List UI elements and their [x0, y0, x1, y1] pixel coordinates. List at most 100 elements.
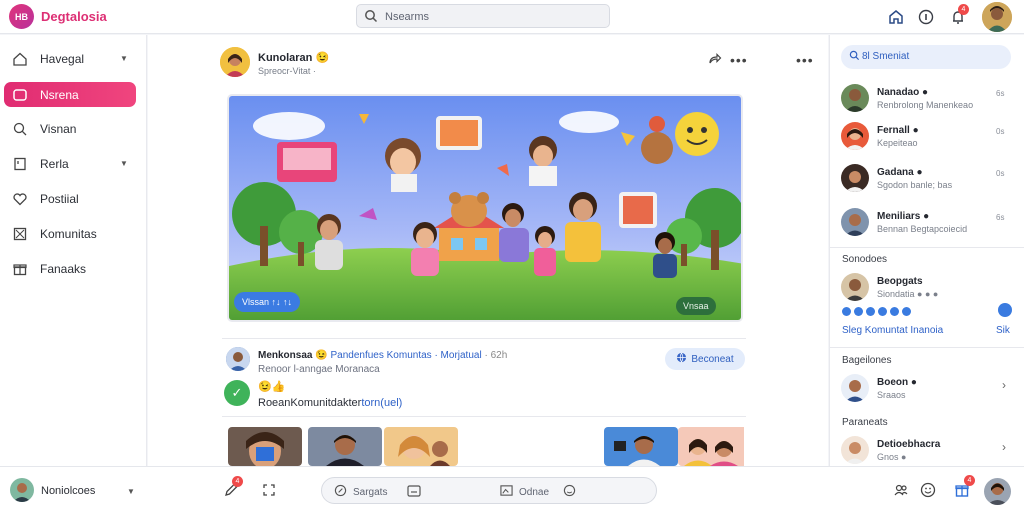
share-icon[interactable]: [706, 52, 722, 71]
compose-bar[interactable]: Sargats Odnae: [321, 477, 657, 504]
post-banner-image[interactable]: [227, 94, 743, 322]
sidebar-item-label: Fanaaks: [40, 262, 87, 276]
profile-avatar[interactable]: [982, 2, 1012, 32]
photo-thumbnail[interactable]: [228, 427, 302, 466]
avatar: [841, 84, 869, 112]
sidebar-item-label: Havegal: [40, 52, 85, 66]
people-icon[interactable]: [892, 481, 910, 499]
chevron-down-icon[interactable]: ▼: [120, 159, 128, 168]
contact-item[interactable]: Meniliars ● Bennan Begtapcoiecid 6s: [841, 208, 1016, 240]
group-link-secondary[interactable]: Sik: [996, 325, 1010, 336]
contact-time: 6s: [996, 213, 1005, 222]
photo-thumbnail[interactable]: [384, 427, 458, 466]
group-item[interactable]: Detioebhacra Gnos ●: [841, 436, 1016, 468]
photo-thumbnail[interactable]: [678, 427, 752, 466]
chevron-down-icon[interactable]: ▼: [127, 487, 135, 496]
check-icon[interactable]: ✓: [224, 380, 250, 406]
group-item[interactable]: Boeon ● Sraaos: [841, 374, 1016, 406]
section-heading: Sonodoes: [842, 254, 888, 265]
contact-name: Gadana ●: [877, 167, 923, 178]
contact-status: Bennan Begtapcoiecid: [877, 224, 968, 234]
comment-text-main: RoeanKomunitdakter: [258, 397, 362, 409]
contact-name: Nanadao ●: [877, 87, 929, 98]
right-sidebar: 8l Smeniat Nanadao ● Renbrolong Manenkea…: [829, 35, 1024, 466]
profile-avatar[interactable]: [984, 478, 1011, 505]
gift-icon[interactable]: 4: [953, 475, 975, 499]
sidebar-item-favorites[interactable]: Postiial: [0, 186, 147, 211]
app-logo[interactable]: HB: [9, 4, 34, 29]
divider: [222, 338, 746, 339]
sidebar-item-messages[interactable]: Nsrena: [4, 82, 136, 107]
contacts-search-input[interactable]: 8l Smeniat: [862, 51, 909, 62]
reaction-dots: [842, 307, 911, 316]
photo-thumbnail[interactable]: [308, 427, 382, 466]
logo-text: HB: [15, 11, 28, 22]
chevron-down-icon[interactable]: ▼: [120, 54, 128, 63]
keyboard-icon: [407, 484, 422, 500]
expand-icon[interactable]: [260, 481, 278, 499]
search-input[interactable]: Nsearms: [385, 11, 429, 23]
image-icon: [500, 484, 513, 500]
contact-status: Kepeiteao: [877, 138, 918, 148]
info-icon[interactable]: [916, 7, 936, 27]
banner-chip-left[interactable]: Vlssan ↑↓ ↑↓: [234, 292, 301, 312]
banner-chip-right[interactable]: Vnsaa: [676, 297, 716, 315]
contact-item[interactable]: Nanadao ● Renbrolong Manenkeao 6s: [841, 84, 1016, 116]
current-user-name: Noniolcoes: [41, 485, 96, 497]
bottom-bar: Noniolcoes ▼ 4 Sargats Odnae 4: [0, 466, 1024, 512]
edit-icon[interactable]: 4: [222, 476, 243, 499]
compose-right[interactable]: Odnae: [500, 484, 576, 500]
group-name: Boeon ●: [877, 377, 917, 388]
comment-text-link[interactable]: torn(uel): [361, 397, 402, 409]
follow-button-label: Beconeat: [691, 353, 734, 365]
post-subtitle: Spreocr-Vitat ·: [258, 66, 316, 76]
chat-bubble-icon: [12, 87, 28, 103]
chevron-right-icon[interactable]: ›: [1002, 440, 1006, 454]
share-icon[interactable]: [998, 303, 1012, 317]
brand-name[interactable]: Degtalosia: [41, 9, 107, 24]
follow-button[interactable]: Beconeat: [665, 348, 745, 370]
left-sidebar: Havegal ▼ Nsrena Visnan Rerla ▼ Postiial…: [0, 35, 147, 466]
comment-group-link[interactable]: Pandenfues Komuntas · Morjatual: [330, 350, 481, 361]
sidebar-item-bookmarks[interactable]: Rerla ▼: [0, 151, 147, 176]
search-icon: [12, 121, 28, 137]
post-author-name[interactable]: Kunolaran 😉: [258, 51, 329, 64]
group-link[interactable]: Sleg Komuntat Inanoia: [842, 325, 943, 336]
section-heading: Paraneats: [842, 417, 888, 428]
sidebar-item-home[interactable]: Havegal ▼: [0, 46, 147, 71]
compose-left[interactable]: Sargats: [334, 484, 422, 500]
contacts-search[interactable]: 8l Smeniat: [841, 45, 1011, 69]
contact-status: Sgodon banle; bas: [877, 180, 953, 190]
more-options-icon[interactable]: •••: [796, 52, 814, 68]
search-bar[interactable]: Nsearms: [356, 4, 610, 28]
contact-name: Fernall ●: [877, 125, 919, 136]
avatar: [841, 436, 869, 464]
sidebar-item-label: Nsrena: [40, 88, 79, 102]
contact-time: 0s: [996, 127, 1005, 136]
sidebar-item-gifts[interactable]: Fanaaks: [0, 256, 147, 281]
chevron-right-icon[interactable]: ›: [1002, 378, 1006, 392]
home-icon[interactable]: [886, 7, 906, 27]
group-status: Sraaos: [877, 390, 906, 400]
sidebar-item-label: Komunitas: [40, 227, 97, 241]
contact-item[interactable]: Gadana ● Sgodon banle; bas 0s: [841, 164, 1016, 196]
notification-icon[interactable]: 4: [948, 4, 969, 27]
sidebar-item-community[interactable]: Komunitas: [0, 221, 147, 246]
gift-icon: [12, 261, 28, 277]
contact-status: Renbrolong Manenkeao: [877, 100, 974, 110]
group-item[interactable]: Beopgats Siondatia ● ● ●: [841, 273, 1016, 305]
emoji-icon[interactable]: [919, 481, 937, 499]
bookmark-icon: [12, 156, 28, 172]
more-options-icon[interactable]: •••: [730, 52, 748, 68]
comment-author-avatar[interactable]: [226, 347, 250, 371]
search-icon: [364, 9, 378, 26]
comment-author-name[interactable]: Menkonsaa 😉: [258, 350, 328, 361]
post-author-avatar[interactable]: [220, 47, 250, 77]
compose-right-label: Odnae: [519, 486, 550, 498]
comment-emoji: 😉👍: [258, 381, 286, 393]
avatar: [841, 122, 869, 150]
sidebar-item-search[interactable]: Visnan: [0, 116, 147, 141]
photo-thumbnail[interactable]: [604, 427, 678, 466]
compose-left-label: Sargats: [353, 486, 388, 498]
contact-item[interactable]: Fernall ● Kepeiteao 0s: [841, 122, 1016, 154]
